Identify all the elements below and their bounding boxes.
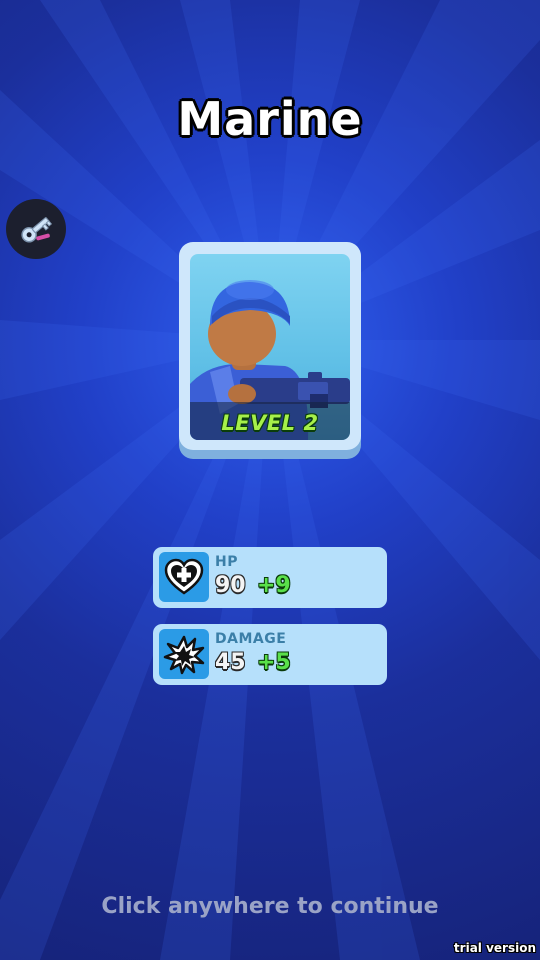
- stat-hp-label: HP: [215, 554, 238, 570]
- stat-hp-icon-box: [159, 552, 209, 602]
- character-name: Marine: [177, 92, 363, 146]
- trial-watermark: trial version: [453, 941, 536, 955]
- stat-hp: HP 90 +9: [153, 547, 387, 608]
- stat-damage: DAMAGE 45 +5: [153, 624, 387, 685]
- stat-damage-label: DAMAGE: [215, 631, 287, 647]
- level-label: LEVEL 2: [221, 411, 319, 435]
- stat-hp-bonus: +9: [257, 573, 291, 598]
- heart-plus-icon: [164, 558, 204, 595]
- stat-hp-value: 90: [215, 573, 246, 598]
- stat-damage-icon-box: [159, 629, 209, 679]
- key-icon: [21, 217, 53, 243]
- stat-damage-bonus: +5: [257, 650, 291, 675]
- character-portrait: LEVEL 2: [190, 254, 350, 440]
- stat-damage-value: 45: [215, 650, 246, 675]
- explosion-icon: [163, 635, 205, 675]
- key-button[interactable]: [6, 199, 66, 259]
- continue-prompt[interactable]: Click anywhere to continue: [0, 894, 540, 919]
